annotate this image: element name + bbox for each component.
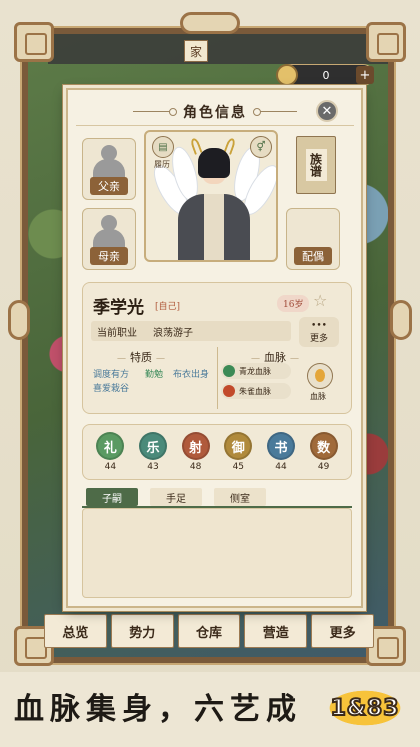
mother-label: 母亲 <box>90 247 128 265</box>
header-ornament <box>253 108 297 116</box>
father-slot[interactable]: 父亲 <box>82 138 136 200</box>
trait-item[interactable]: 布衣出身 <box>173 367 209 380</box>
frame-side-ornament <box>390 300 412 340</box>
section-divider <box>217 347 218 409</box>
art-value: 48 <box>189 462 202 472</box>
bottom-nav: 总览 势力 仓库 营造 更多 <box>44 614 374 648</box>
favorite-star-icon[interactable]: ☆ <box>313 291 327 310</box>
character-info-dialog: 角色信息 ✕ 父亲 母亲 ▤ 履历 ⚥ 族谱 配偶 季学光 [自己] 16岁 ☆… <box>66 88 363 608</box>
mother-slot[interactable]: 母亲 <box>82 208 136 270</box>
more-button[interactable]: ••• 更多 <box>299 317 339 347</box>
dialog-header: 角色信息 <box>76 98 354 126</box>
tab-siblings[interactable]: 手足 <box>150 488 202 506</box>
character-portrait: ▤ 履历 ⚥ <box>144 130 278 262</box>
art-badge: 御 <box>224 432 253 460</box>
add-resource-button[interactable]: + <box>356 66 374 84</box>
art-charioteering[interactable]: 御 45 <box>224 432 253 472</box>
bloodline-dot-icon <box>223 385 235 397</box>
self-tag: [自己] <box>155 302 181 312</box>
spouse-slot[interactable]: 配偶 <box>286 208 340 270</box>
frame-side-ornament <box>8 300 30 340</box>
art-value: 44 <box>104 462 117 472</box>
resume-icon[interactable]: ▤ <box>152 136 174 158</box>
genealogy-book-button[interactable]: 族谱 <box>296 136 336 194</box>
nav-warehouse[interactable]: 仓库 <box>177 614 241 648</box>
resume-label: 履历 <box>154 160 170 169</box>
art-music[interactable]: 乐 43 <box>138 432 167 472</box>
dialog-title: 角色信息 <box>183 104 247 121</box>
bloodline-item[interactable]: 青龙血脉 <box>221 363 291 379</box>
job-row: 当前职业 浪荡游子 <box>91 321 291 341</box>
more-dots-icon: ••• <box>311 320 327 331</box>
bloodline-dot-icon <box>223 365 235 377</box>
header-ornament <box>133 108 177 116</box>
genealogy-label: 族谱 <box>305 149 327 181</box>
art-badge: 礼 <box>96 432 125 460</box>
art-calligraphy[interactable]: 书 44 <box>266 432 295 472</box>
character-inner-robe <box>204 194 224 260</box>
gender-icon: ⚥ <box>250 136 272 158</box>
character-name: 季学光 <box>93 298 144 318</box>
bloodline-name: 朱雀血脉 <box>239 386 271 396</box>
character-info-card: 季学光 [自己] 16岁 ☆ 当前职业 浪荡游子 ••• 更多 特质 调度有方 … <box>82 282 352 414</box>
more-label: 更多 <box>309 333 328 344</box>
nav-more[interactable]: 更多 <box>311 614 374 648</box>
art-badge: 书 <box>266 432 295 460</box>
art-value: 43 <box>147 462 159 472</box>
art-value: 45 <box>232 462 245 472</box>
frame-top-ornament <box>180 12 240 34</box>
trait-item[interactable]: 勤勉 <box>145 367 163 380</box>
bloodline-icon-label: 血脉 <box>310 392 326 401</box>
father-label: 父亲 <box>90 177 128 195</box>
traits-heading: 特质 <box>113 349 169 365</box>
trait-item[interactable]: 调度有方 <box>93 367 129 380</box>
art-badge: 射 <box>181 432 210 460</box>
art-value: 49 <box>317 462 330 472</box>
art-archery[interactable]: 射 48 <box>181 432 210 472</box>
art-badge: 乐 <box>138 432 167 460</box>
art-rites[interactable]: 礼 44 <box>96 432 125 472</box>
promo-slogan: 血脉集身，六艺成 <box>14 692 302 727</box>
coin-icon <box>276 64 298 86</box>
character-hair <box>198 148 230 178</box>
art-badge: 数 <box>309 432 338 460</box>
trait-item[interactable]: 喜爱栽谷 <box>93 381 129 394</box>
tab-concubines[interactable]: 侧室 <box>214 488 266 506</box>
frame-corner <box>366 22 406 62</box>
bloodline-item[interactable]: 朱雀血脉 <box>221 383 291 399</box>
tab-content-area <box>82 508 352 598</box>
job-label: 当前职业 <box>97 327 137 339</box>
close-button[interactable]: ✕ <box>316 100 338 122</box>
tab-children[interactable]: 子嗣 <box>86 488 138 506</box>
nav-build[interactable]: 营造 <box>244 614 308 648</box>
bloodline-name: 青龙血脉 <box>239 366 271 376</box>
job-value: 浪荡游子 <box>153 327 193 339</box>
site-logo: 1&83 <box>320 686 410 730</box>
six-arts-panel: 礼 44 乐 43 射 48 御 45 书 44 数 49 <box>82 424 352 480</box>
bloodline-flame-icon[interactable] <box>307 363 333 389</box>
nav-overview[interactable]: 总览 <box>44 614 107 648</box>
art-mathematics[interactable]: 数 49 <box>309 432 338 472</box>
family-tag[interactable]: 家 <box>184 40 208 62</box>
top-bar <box>48 34 388 64</box>
age-badge: 16岁 <box>277 295 310 312</box>
art-value: 44 <box>275 462 287 472</box>
spouse-label: 配偶 <box>294 247 332 265</box>
nav-power[interactable]: 势力 <box>110 614 174 648</box>
frame-corner <box>14 22 54 62</box>
relations-tabs: 子嗣 手足 侧室 <box>86 488 266 506</box>
